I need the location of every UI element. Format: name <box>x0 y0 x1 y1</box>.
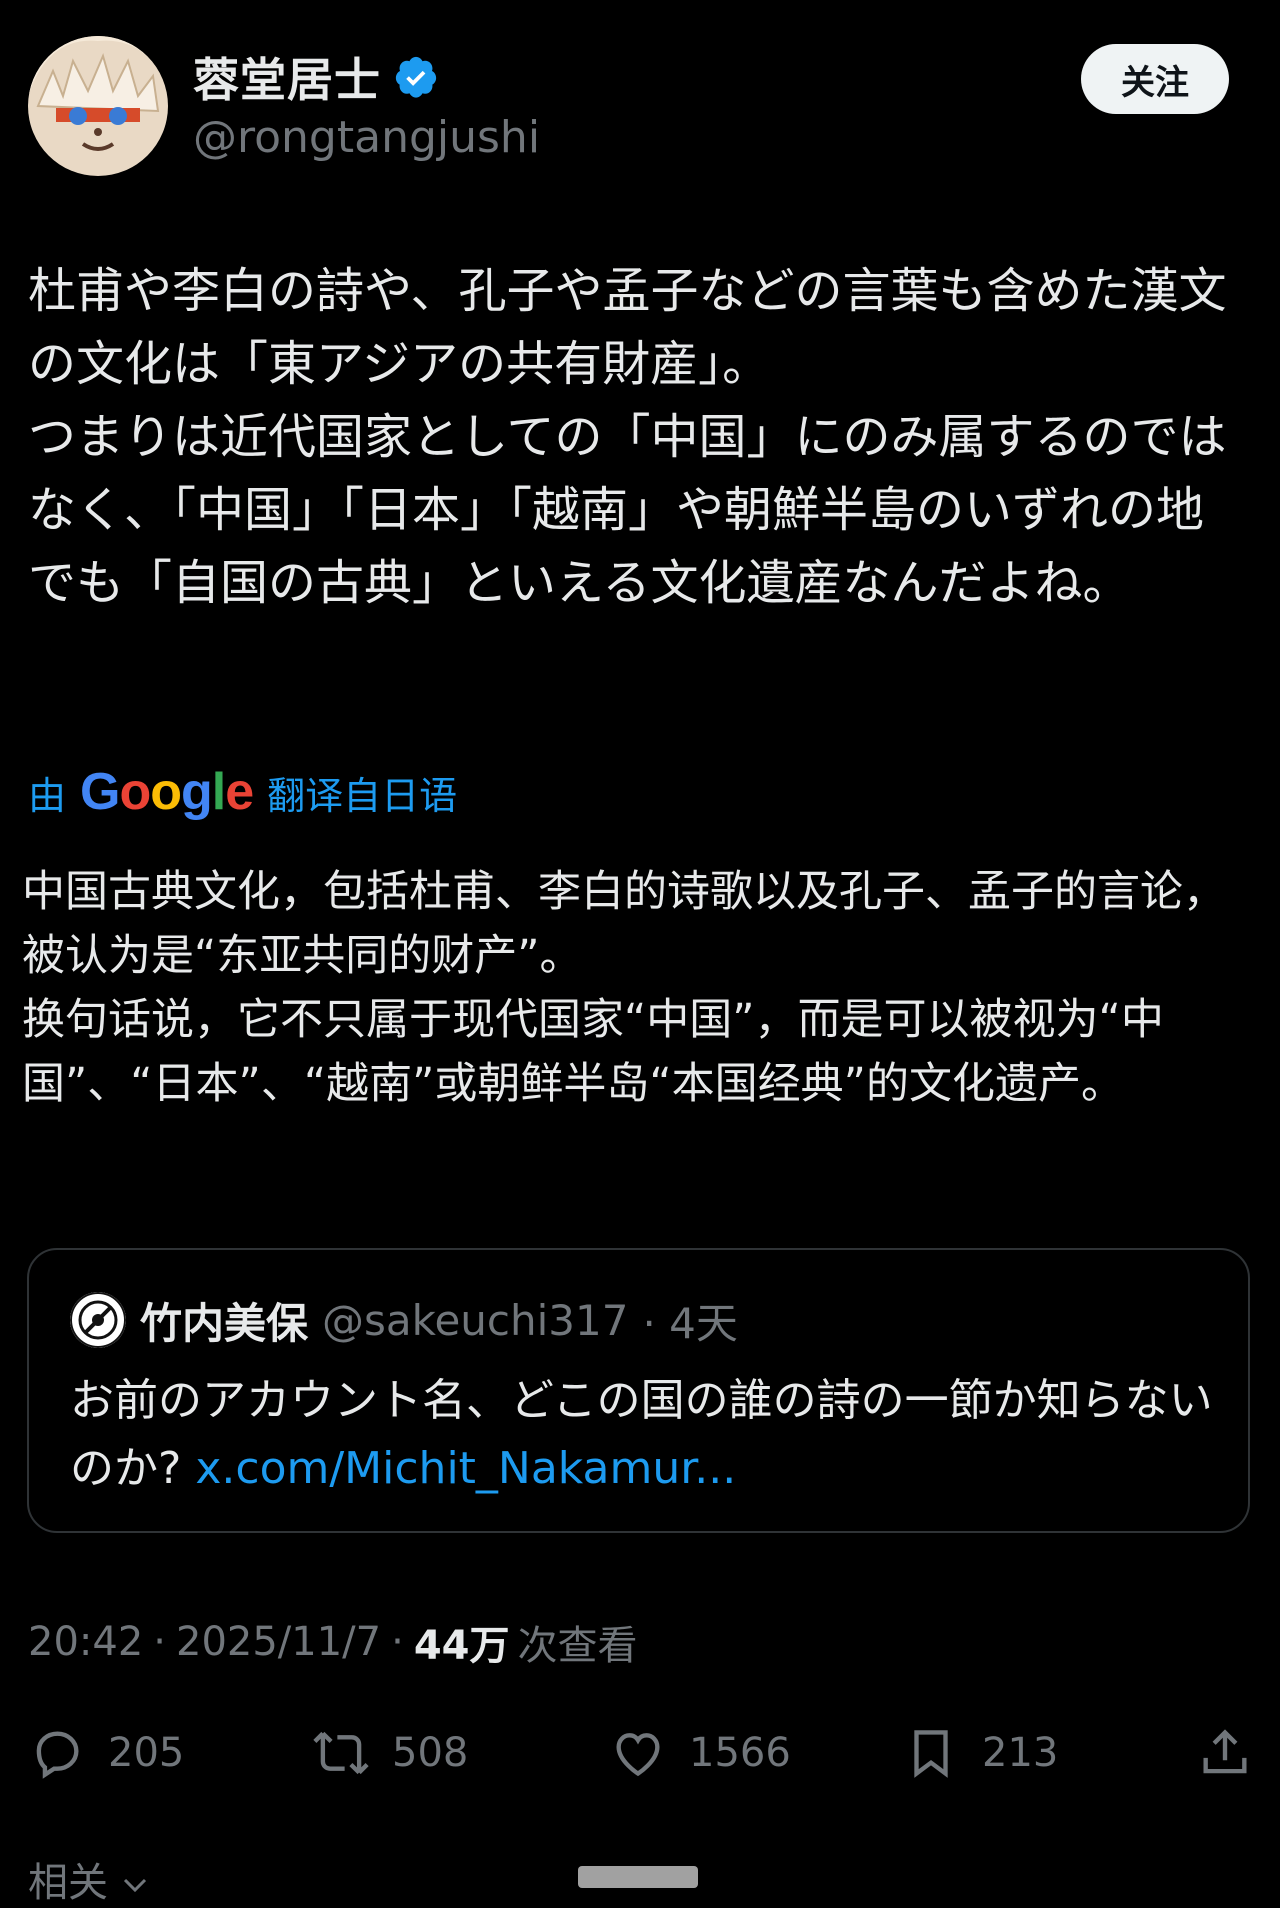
home-indicator <box>578 1866 698 1888</box>
heart-icon <box>616 1733 660 1777</box>
translate-suffix: 翻译自日语 <box>267 773 458 818</box>
avatar-illustration <box>28 36 168 176</box>
post-meta: 20:42 · 2025/11/7 · 44万 次查看 <box>28 1612 638 1672</box>
post-time[interactable]: 20:42 <box>28 1619 143 1665</box>
quoted-post-link[interactable]: x.com/Michit_Nakamur... <box>195 1443 736 1494</box>
quoted-author-name[interactable]: 竹内美保 <box>140 1290 308 1351</box>
author-handle[interactable]: @rongtangjushi <box>193 112 540 163</box>
meta-separator: · <box>391 1619 404 1665</box>
translate-prefix: 由 <box>28 773 67 818</box>
share-icon <box>1203 1729 1247 1774</box>
post-translated-text: 中国古典文化，包括杜甫、李白的诗歌以及孔子、孟子的言论，被认为是“东亚共同的财产… <box>22 867 1226 1109</box>
post-original-text: 杜甫や李白の詩や、孔子や孟子などの言葉も含めた漢文の文化は「東アジアの共有財産」… <box>28 263 1227 611</box>
reply-button[interactable]: 205 <box>28 1720 184 1786</box>
related-label: 相关 <box>28 1860 108 1906</box>
follow-button[interactable]: 关注 <box>1081 44 1229 114</box>
bookmark-button[interactable]: 213 <box>902 1720 1058 1786</box>
repost-count: 508 <box>392 1730 469 1776</box>
author-avatar[interactable] <box>28 36 168 176</box>
author-display-name[interactable]: 蓉堂居士 <box>193 44 381 110</box>
author-name-row: 蓉堂居士 <box>193 44 439 110</box>
bookmark-count: 213 <box>982 1730 1059 1776</box>
like-button[interactable]: 1566 <box>609 1720 791 1786</box>
post-date[interactable]: 2025/11/7 <box>176 1619 381 1665</box>
reply-count: 205 <box>108 1730 185 1776</box>
quoted-author-handle[interactable]: @sakeuchi317 <box>322 1296 628 1345</box>
repost-icon <box>313 1731 369 1775</box>
bookmark-icon <box>914 1730 948 1778</box>
quoted-author-avatar[interactable] <box>70 1292 126 1348</box>
quoted-post-text: お前のアカウント名、どこの国の誰の詩の一節か知らないのか? x.com/Mich… <box>70 1367 1220 1503</box>
chevron-down-icon <box>123 1878 146 1893</box>
verified-badge-icon <box>395 56 437 98</box>
translation-attribution[interactable]: 由 Google 翻译自日语 <box>28 762 457 822</box>
google-logo: Google <box>80 763 254 821</box>
quoted-post-time: · 4天 <box>642 1298 738 1348</box>
like-count: 1566 <box>689 1730 791 1776</box>
view-count: 44万 <box>413 1623 510 1669</box>
repost-button[interactable]: 508 <box>312 1720 468 1786</box>
quoted-post-header: 竹内美保 @sakeuchi317 · 4天 <box>70 1290 738 1350</box>
meta-separator: · <box>153 1619 166 1665</box>
quoted-avatar-illustration <box>70 1292 126 1348</box>
reply-icon <box>36 1731 79 1779</box>
view-count-label: 次查看 <box>517 1623 638 1669</box>
share-button[interactable] <box>1196 1720 1254 1786</box>
related-section-toggle[interactable]: 相关 <box>28 1850 149 1908</box>
